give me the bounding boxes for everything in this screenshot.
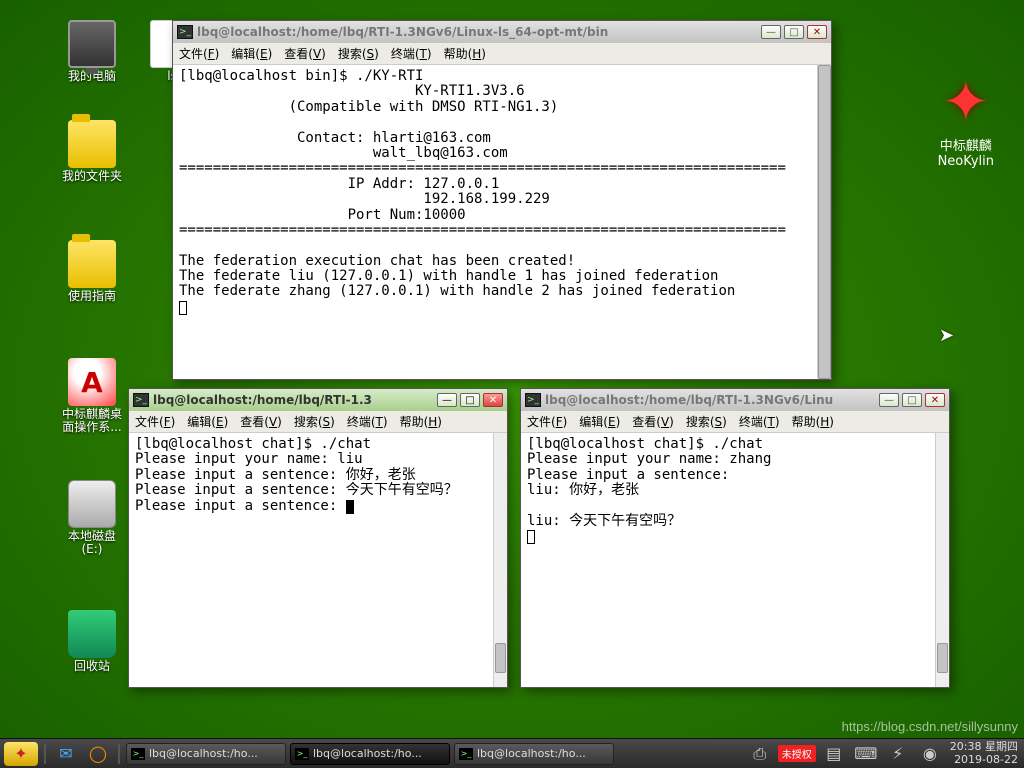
maximize-button[interactable]: □ (784, 25, 804, 39)
neokylin-en: NeoKylin (938, 154, 994, 169)
menu-view[interactable]: 查看(V) (284, 45, 326, 62)
folder-icon (68, 120, 116, 168)
trash-icon (68, 610, 116, 658)
menu-terminal[interactable]: 终端(T) (739, 413, 780, 430)
terminal-icon: >_ (177, 25, 193, 39)
menu-terminal[interactable]: 终端(T) (347, 413, 388, 430)
desktop-icon-4[interactable]: A中标麒麟桌面操作系... (58, 358, 126, 434)
start-button[interactable]: ✦ (4, 742, 38, 766)
tray-keyboard-icon[interactable]: ⌨ (852, 742, 880, 766)
terminal-output[interactable]: [lbq@localhost chat]$ ./chat Please inpu… (521, 433, 949, 687)
clock[interactable]: 20:38 星期四 2019-08-22 (948, 741, 1020, 765)
window-title: lbq@localhost:/home/lbq/RTI-1.3 (153, 393, 433, 407)
menu-edit[interactable]: 编辑(E) (579, 413, 620, 430)
close-button[interactable]: ✕ (483, 393, 503, 407)
separator (118, 744, 120, 764)
minimize-button[interactable]: — (437, 393, 457, 407)
menu-help[interactable]: 帮助(H) (792, 413, 834, 430)
license-badge[interactable]: 未授权 (778, 745, 816, 762)
menu-view[interactable]: 查看(V) (240, 413, 282, 430)
tray-printer-icon[interactable]: ⎙ (746, 742, 774, 766)
desktop-icon-2[interactable]: 我的文件夹 (58, 120, 126, 183)
tray-battery-icon[interactable]: ⚡ (884, 742, 912, 766)
folder-icon (68, 240, 116, 288)
desktop-icon-0[interactable]: 我的电脑 (58, 20, 126, 83)
terminal-icon: >_ (295, 748, 309, 760)
terminal-window-chat-liu[interactable]: >_ lbq@localhost:/home/lbq/RTI-1.3 — □ ✕… (128, 388, 508, 688)
taskbar-task-0[interactable]: >_ lbq@localhost:/ho... (126, 743, 286, 765)
titlebar[interactable]: >_ lbq@localhost:/home/lbq/RTI-1.3 — □ ✕ (129, 389, 507, 411)
titlebar[interactable]: >_ lbq@localhost:/home/lbq/RTI-1.3NGv6/L… (173, 21, 831, 43)
desktop-icon-label: 我的文件夹 (58, 170, 126, 183)
pdf-icon: A (68, 358, 116, 406)
task-label: lbq@localhost:/ho... (313, 747, 422, 760)
watermark: https://blog.csdn.net/sillysunny (842, 719, 1018, 734)
terminal-window-rti[interactable]: >_ lbq@localhost:/home/lbq/RTI-1.3NGv6/L… (172, 20, 832, 380)
minimize-button[interactable]: — (879, 393, 899, 407)
menubar[interactable]: 文件(F) 编辑(E) 查看(V) 搜索(S) 终端(T) 帮助(H) (129, 411, 507, 433)
monitor-icon (68, 20, 116, 68)
neokylin-flame-icon: ✦ (938, 70, 994, 135)
clock-time: 20:38 星期四 (950, 741, 1018, 753)
taskbar[interactable]: ✦ ✉ ◯ >_ lbq@localhost:/ho... >_ lbq@localh… (0, 738, 1024, 768)
neokylin-logo: ✦ 中标麒麟 NeoKylin (938, 70, 994, 169)
separator (44, 744, 46, 764)
task-label: lbq@localhost:/ho... (477, 747, 586, 760)
scrollbar[interactable] (493, 433, 507, 687)
terminal-output[interactable]: [lbq@localhost chat]$ ./chat Please inpu… (129, 433, 507, 687)
desktop-icon-label: 回收站 (58, 660, 126, 673)
desktop-icon-3[interactable]: 使用指南 (58, 240, 126, 303)
desktop-icon-label: 使用指南 (58, 290, 126, 303)
desktop-icon-6[interactable]: 回收站 (58, 610, 126, 673)
disk-icon (68, 480, 116, 528)
menu-file[interactable]: 文件(F) (527, 413, 567, 430)
terminal-window-chat-zhang[interactable]: >_ lbq@localhost:/home/lbq/RTI-1.3NGv6/L… (520, 388, 950, 688)
maximize-button[interactable]: □ (460, 393, 480, 407)
clock-date: 2019-08-22 (950, 754, 1018, 766)
menubar[interactable]: 文件(F) 编辑(E) 查看(V) 搜索(S) 终端(T) 帮助(H) (173, 43, 831, 65)
menu-help[interactable]: 帮助(H) (444, 45, 486, 62)
terminal-icon: >_ (133, 393, 149, 407)
menu-search[interactable]: 搜索(S) (338, 45, 379, 62)
menu-file[interactable]: 文件(F) (135, 413, 175, 430)
task-label: lbq@localhost:/ho... (149, 747, 258, 760)
scrollbar[interactable] (935, 433, 949, 687)
menu-help[interactable]: 帮助(H) (400, 413, 442, 430)
window-title: lbq@localhost:/home/lbq/RTI-1.3NGv6/Linu… (197, 25, 757, 39)
terminal-icon: >_ (525, 393, 541, 407)
menu-search[interactable]: 搜索(S) (686, 413, 727, 430)
desktop-icon-5[interactable]: 本地磁盘(E:) (58, 480, 126, 556)
taskbar-task-1[interactable]: >_ lbq@localhost:/ho... (290, 743, 450, 765)
system-tray[interactable]: ⎙ 未授权 ▤ ⌨ ⚡ ◉ 20:38 星期四 2019-08-22 (746, 741, 1020, 765)
launcher-thunderbird-icon[interactable]: ✉ (52, 742, 80, 766)
terminal-output[interactable]: [lbq@localhost bin]$ ./KY-RTI KY-RTI1.3V… (173, 65, 831, 379)
minimize-button[interactable]: — (761, 25, 781, 39)
menu-edit[interactable]: 编辑(E) (231, 45, 272, 62)
menubar[interactable]: 文件(F) 编辑(E) 查看(V) 搜索(S) 终端(T) 帮助(H) (521, 411, 949, 433)
tray-volume-icon[interactable]: ◉ (916, 742, 944, 766)
titlebar[interactable]: >_ lbq@localhost:/home/lbq/RTI-1.3NGv6/L… (521, 389, 949, 411)
launcher-firefox-icon[interactable]: ◯ (84, 742, 112, 766)
tray-network-icon[interactable]: ▤ (820, 742, 848, 766)
menu-terminal[interactable]: 终端(T) (391, 45, 432, 62)
close-button[interactable]: ✕ (925, 393, 945, 407)
maximize-button[interactable]: □ (902, 393, 922, 407)
desktop-icon-label: 本地磁盘(E:) (58, 530, 126, 556)
neokylin-cn: 中标麒麟 (938, 135, 994, 154)
menu-edit[interactable]: 编辑(E) (187, 413, 228, 430)
terminal-icon: >_ (131, 748, 145, 760)
mouse-cursor: ➤ (939, 325, 954, 346)
menu-view[interactable]: 查看(V) (632, 413, 674, 430)
menu-file[interactable]: 文件(F) (179, 45, 219, 62)
terminal-icon: >_ (459, 748, 473, 760)
menu-search[interactable]: 搜索(S) (294, 413, 335, 430)
desktop-icon-label: 中标麒麟桌面操作系... (58, 408, 126, 434)
close-button[interactable]: ✕ (807, 25, 827, 39)
taskbar-task-2[interactable]: >_ lbq@localhost:/ho... (454, 743, 614, 765)
window-title: lbq@localhost:/home/lbq/RTI-1.3NGv6/Linu (545, 393, 875, 407)
scrollbar[interactable] (817, 65, 831, 379)
